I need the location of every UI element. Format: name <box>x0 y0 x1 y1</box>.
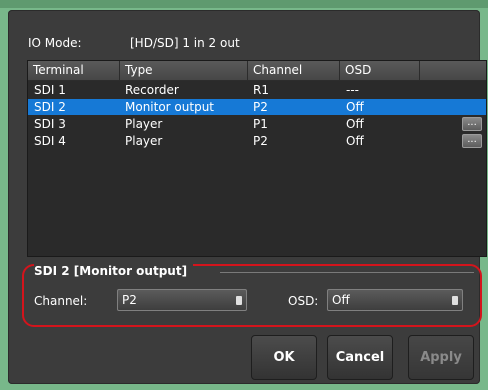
channel-label: Channel: <box>34 294 88 308</box>
cell-osd: Off <box>346 134 364 148</box>
table-row[interactable]: SDI 3 Player P1 Off ... <box>28 116 486 132</box>
channel-dropdown-value: P2 <box>122 293 137 307</box>
cell-osd: Off <box>346 100 364 114</box>
cell-type: Player <box>125 117 163 131</box>
cell-terminal: SDI 3 <box>34 117 66 131</box>
channel-dropdown[interactable]: P2 <box>117 289 247 311</box>
table-row[interactable]: SDI 4 Player P2 Off ... <box>28 133 486 149</box>
cell-channel: P2 <box>253 100 268 114</box>
table-row[interactable]: SDI 1 Recorder R1 --- <box>28 82 486 98</box>
osd-settings-button[interactable]: ... <box>462 134 482 148</box>
ok-button[interactable]: OK <box>251 335 317 380</box>
osd-settings-button[interactable]: ... <box>462 117 482 131</box>
group-divider <box>220 272 474 273</box>
cell-type: Player <box>125 134 163 148</box>
col-osd[interactable]: OSD <box>340 61 420 80</box>
io-mode-value: [HD/SD] 1 in 2 out <box>130 36 240 50</box>
cell-osd: --- <box>346 83 359 97</box>
osd-dropdown[interactable]: Off <box>327 289 463 311</box>
cell-type: Monitor output <box>125 100 215 114</box>
osd-label: OSD: <box>288 294 319 308</box>
cancel-button[interactable]: Cancel <box>327 335 393 380</box>
terminal-settings-group: SDI 2 [Monitor output] Channel: P2 OSD: … <box>22 264 482 327</box>
io-mode-label: IO Mode: <box>28 36 82 50</box>
cell-type: Recorder <box>125 83 179 97</box>
group-title: SDI 2 [Monitor output] <box>34 264 194 278</box>
cell-channel: R1 <box>253 83 269 97</box>
cell-terminal: SDI 2 <box>34 100 66 114</box>
dropdown-arrow-icon <box>452 296 458 305</box>
dropdown-arrow-icon <box>236 296 242 305</box>
top-strip <box>0 0 488 8</box>
col-channel[interactable]: Channel <box>248 61 340 80</box>
cell-terminal: SDI 4 <box>34 134 66 148</box>
cell-terminal: SDI 1 <box>34 83 66 97</box>
cell-channel: P1 <box>253 117 268 131</box>
col-terminal[interactable]: Terminal <box>28 61 120 80</box>
cell-channel: P2 <box>253 134 268 148</box>
terminal-list[interactable]: Terminal Type Channel OSD SDI 1 Recorder… <box>27 60 487 257</box>
cell-osd: Off <box>346 117 364 131</box>
apply-button[interactable]: Apply <box>408 335 474 380</box>
table-row-selected[interactable]: SDI 2 Monitor output P2 Off <box>28 99 486 115</box>
osd-dropdown-value: Off <box>332 293 350 307</box>
list-header: Terminal Type Channel OSD <box>28 61 486 81</box>
col-type[interactable]: Type <box>120 61 248 80</box>
